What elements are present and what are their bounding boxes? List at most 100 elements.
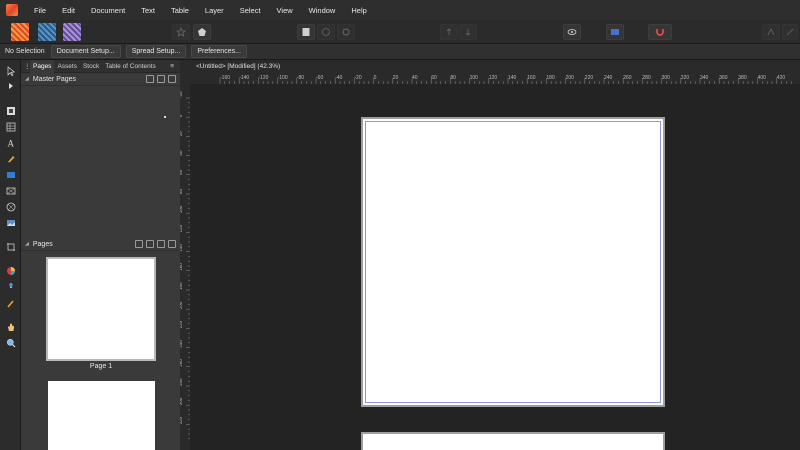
tab-table-of-contents[interactable]: Table of Contents	[102, 63, 159, 70]
menu-file[interactable]: File	[26, 6, 54, 15]
vertical-ruler[interactable]: -20 0 20 40 60 80 100 120 140 160 180 200 220 240 260 2…	[180, 84, 190, 450]
ruler-label: 220	[180, 320, 183, 328]
menu-view[interactable]: View	[269, 6, 301, 15]
star-tool-button[interactable]	[172, 24, 190, 40]
collapse-triangle-icon[interactable]: ◢	[25, 241, 29, 247]
master-pages-list[interactable]	[21, 86, 180, 238]
menu-help[interactable]: Help	[343, 6, 374, 15]
page-1[interactable]	[361, 117, 665, 407]
duplicate-page-icon[interactable]	[157, 240, 165, 248]
brush-icon	[8, 282, 13, 288]
page-icon	[302, 28, 310, 36]
ruler-label: 180	[180, 282, 183, 290]
rectangle-tool[interactable]	[4, 168, 17, 181]
page-2[interactable]	[361, 432, 665, 450]
menu-window[interactable]: Window	[301, 6, 344, 15]
ruler-label: 40	[412, 75, 418, 81]
menu-text[interactable]: Text	[133, 6, 163, 15]
ruler-label: -20	[180, 91, 183, 98]
place-image-tool[interactable]	[4, 216, 17, 229]
ruler-label: 220	[585, 75, 594, 81]
move-tool[interactable]	[4, 64, 17, 77]
preflight-button[interactable]	[193, 24, 211, 40]
node-tool[interactable]	[4, 79, 17, 92]
delete-page-icon[interactable]	[168, 240, 176, 248]
master-pages-header[interactable]: ◢ Master Pages	[21, 73, 180, 86]
page-thumbnail-2[interactable]	[48, 381, 155, 450]
ruler-label: 120	[489, 75, 498, 81]
gear-button[interactable]	[337, 24, 355, 40]
tab-pages[interactable]: Pages	[30, 59, 55, 73]
frame-text-tool[interactable]	[4, 104, 17, 117]
spread-setup-button[interactable]: Spread Setup...	[125, 45, 187, 58]
document-canvas[interactable]	[190, 84, 800, 450]
menu-edit[interactable]: Edit	[54, 6, 83, 15]
preferences-button[interactable]: Preferences...	[191, 45, 247, 58]
ellipse-frame-icon	[6, 202, 15, 211]
tab-assets[interactable]: Assets	[54, 63, 80, 70]
spread-view-icon[interactable]	[135, 240, 143, 248]
view-mode-button[interactable]	[563, 24, 581, 40]
baseline-grid-button[interactable]	[606, 24, 624, 40]
share-button[interactable]	[782, 24, 798, 40]
add-page-icon[interactable]	[146, 240, 154, 248]
color-picker-tool[interactable]	[4, 296, 17, 309]
move-down-button[interactable]	[459, 24, 477, 40]
shape-button[interactable]	[317, 24, 335, 40]
crop-tool[interactable]	[4, 240, 17, 253]
zoom-tool[interactable]	[4, 336, 17, 349]
publisher-persona-icon[interactable]	[11, 23, 29, 41]
delete-master-icon[interactable]	[168, 75, 176, 83]
view-tool[interactable]	[4, 320, 17, 333]
tab-stock[interactable]: Stock	[80, 63, 102, 70]
transparency-tool[interactable]	[4, 280, 17, 293]
panel-menu-icon[interactable]: ≡	[167, 63, 177, 70]
ruler-corner[interactable]	[180, 60, 190, 84]
duplicate-master-icon[interactable]	[157, 75, 165, 83]
ruler-label: 260	[623, 75, 632, 81]
move-up-button[interactable]	[440, 24, 458, 40]
collapse-triangle-icon[interactable]: ◢	[25, 76, 29, 82]
ruler-label: -20	[354, 75, 361, 81]
gear-icon	[342, 28, 350, 36]
horizontal-ruler-ticks: -160 -140 -120 -100 -80 -60 -40 -20 0 20 40 60 80 100…	[219, 75, 792, 84]
star-icon	[176, 27, 186, 37]
eye-icon	[567, 29, 577, 35]
ruler-label: 260	[180, 359, 183, 367]
text-a-icon: A	[7, 138, 14, 148]
assistant-button[interactable]	[762, 24, 780, 40]
ruler-label: 80	[180, 188, 183, 194]
table-tool[interactable]	[4, 120, 17, 133]
designer-persona-icon[interactable]	[38, 23, 56, 41]
ruler-label: -120	[258, 75, 268, 81]
ruler-label: -60	[316, 75, 323, 81]
horizontal-ruler[interactable]: -160 -140 -120 -100 -80 -60 -40 -20 0 20 40 60 80 100…	[190, 60, 800, 84]
ruler-label: 240	[604, 75, 613, 81]
document-setup-button[interactable]: Document Setup...	[50, 45, 121, 58]
pen-tool[interactable]	[4, 152, 17, 165]
ellipse-frame-tool[interactable]	[4, 200, 17, 213]
page-thumbnail-1[interactable]	[46, 257, 156, 361]
arrow-down-icon	[465, 29, 471, 36]
document-tab[interactable]: <Untitled> [Modified] (42.3%)	[190, 60, 280, 73]
photo-persona-icon[interactable]	[63, 23, 81, 41]
menu-document[interactable]: Document	[83, 6, 133, 15]
circle-icon	[322, 28, 330, 36]
ruler-label: 140	[180, 244, 183, 252]
add-master-icon[interactable]	[146, 75, 154, 83]
menu-layer[interactable]: Layer	[197, 6, 232, 15]
color-wheel-icon	[6, 266, 15, 275]
fill-tool[interactable]	[4, 264, 17, 277]
menu-select[interactable]: Select	[232, 6, 269, 15]
pages-header[interactable]: ◢ Pages	[21, 238, 180, 251]
page-label: Page 1	[89, 363, 113, 370]
snapping-button[interactable]	[648, 24, 672, 40]
picture-frame-tool[interactable]	[4, 184, 17, 197]
text-frame-button[interactable]	[297, 24, 315, 40]
pages-panel: ⋮ Pages Assets Stock Table of Contents ≡…	[21, 59, 180, 450]
menu-table[interactable]: Table	[163, 6, 197, 15]
panel-grip-icon[interactable]: ⋮	[21, 62, 31, 70]
pages-actions	[135, 240, 176, 248]
ruler-label: 320	[681, 75, 690, 81]
artistic-text-tool[interactable]: A	[4, 136, 17, 149]
